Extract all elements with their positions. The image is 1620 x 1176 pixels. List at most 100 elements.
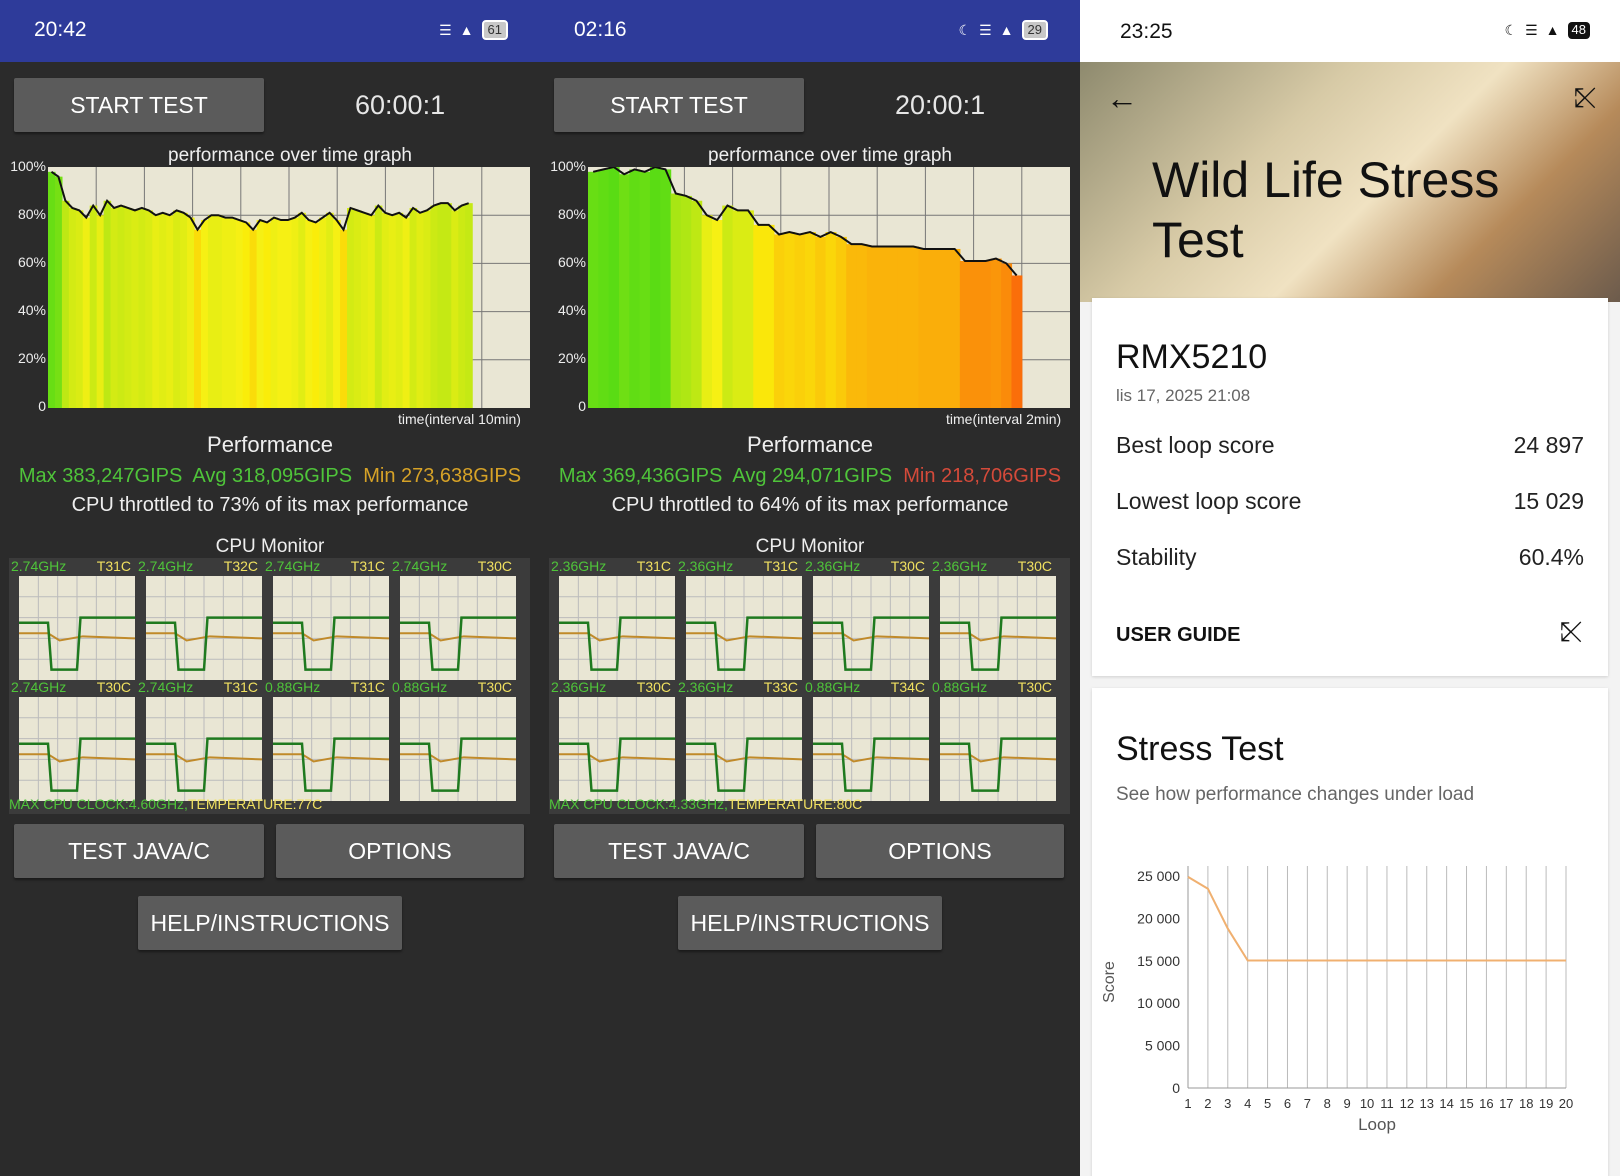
- performance-bar: [1011, 275, 1023, 408]
- stability-label: Stability: [1116, 544, 1197, 570]
- core-graph: [813, 697, 930, 801]
- wifi-icon: ☰: [979, 21, 992, 38]
- x-tick-label: 1: [1184, 1096, 1191, 1111]
- status-time: 02:16: [574, 18, 627, 41]
- core-graph: [400, 576, 517, 680]
- status-time: 20:42: [34, 18, 87, 41]
- performance-bar: [465, 203, 473, 408]
- result-card: RMX5210 lis 17, 2025 21:08 Best loop sco…: [1092, 298, 1608, 676]
- moon-icon: ☾: [958, 21, 972, 38]
- performance-bar: [423, 210, 432, 408]
- performance-bar: [48, 171, 56, 408]
- performance-bar: [815, 236, 827, 408]
- status-bar: 02:16 ☾ ☰ ▲ 29: [540, 0, 1080, 62]
- x-axis-label: Loop: [1358, 1115, 1396, 1134]
- status-bar: 23:25 ☾ ☰ ▲ 48: [1080, 0, 1620, 62]
- stress-test-panel: 23:25 ☾ ☰ ▲ 48 ← ⤪ Wild Life Stress Test…: [1080, 0, 1620, 1176]
- performance-bar: [877, 246, 889, 408]
- performance-bar: [319, 217, 327, 408]
- performance-bar: [256, 220, 265, 408]
- performance-bar: [263, 222, 272, 408]
- options-button[interactable]: OPTIONS: [816, 824, 1064, 878]
- max-cpu-clock: MAX CPU CLOCK:4.33GHz,TEMPERATURE:80C: [549, 796, 862, 812]
- share-icon[interactable]: ⤪: [1560, 616, 1582, 649]
- core-graph: [19, 576, 136, 680]
- performance-bar: [444, 203, 452, 408]
- x-tick-label: 5: [1264, 1096, 1271, 1111]
- performance-bar: [298, 212, 306, 408]
- start-test-button[interactable]: START TEST: [554, 78, 804, 132]
- core-frequency: 0.88GHz: [932, 679, 988, 695]
- x-tick-label: 14: [1439, 1096, 1453, 1111]
- test-java-button[interactable]: TEST JAVA/C: [14, 824, 264, 878]
- graph-title: performance over time graph: [708, 145, 952, 166]
- performance-bar: [187, 217, 195, 408]
- cpu-monitor: 2.36GHz T31C 2.36GHz T31C 2.36GHz T30C 2.36GHz…: [549, 558, 1070, 814]
- x-tick-label: 16: [1479, 1096, 1493, 1111]
- x-tick-label: 12: [1400, 1096, 1414, 1111]
- y-label: 0: [578, 398, 586, 414]
- core-temperature: T31C: [636, 558, 671, 574]
- performance-bar: [340, 229, 348, 408]
- core-graph-svg: [686, 697, 803, 801]
- share-icon[interactable]: ⤪: [1574, 82, 1596, 115]
- y-tick-label: 10 000: [1137, 995, 1180, 1011]
- performance-bar: [458, 205, 466, 408]
- core-temperature: T30C: [636, 679, 671, 695]
- performance-bar: [270, 217, 279, 408]
- x-tick-label: 8: [1324, 1096, 1331, 1111]
- x-tick-label: 20: [1559, 1096, 1573, 1111]
- core-graph: [400, 697, 517, 801]
- stress-line-chart: 05 00010 00015 00020 00025 0001 2 3 4 5 6 7 8 9 1…: [1101, 866, 1573, 1134]
- performance-bar: [598, 169, 610, 408]
- core-temperature: T31C: [763, 558, 798, 574]
- performance-bar: [305, 220, 313, 408]
- performance-bar: [353, 210, 362, 408]
- performance-bar: [75, 210, 84, 408]
- start-test-button[interactable]: START TEST: [14, 78, 264, 132]
- performance-bar: [124, 207, 133, 408]
- test-java-button[interactable]: TEST JAVA/C: [554, 824, 804, 878]
- core-graph-svg: [19, 697, 136, 801]
- performance-bar: [180, 212, 188, 408]
- core-temperature: T32C: [223, 558, 258, 574]
- options-button[interactable]: OPTIONS: [276, 824, 524, 878]
- x-tick-label: 10: [1360, 1096, 1374, 1111]
- status-icons: ☰ ▲ 61: [439, 20, 508, 40]
- x-tick-label: 2: [1204, 1096, 1211, 1111]
- performance-bar: [214, 215, 223, 408]
- core-graph: [273, 576, 390, 680]
- core-frequency: 2.74GHz: [11, 558, 67, 574]
- x-tick-label: 19: [1539, 1096, 1553, 1111]
- cpu-monitor: 2.74GHz T31C 2.74GHz T32C 2.74GHz T31C 2.74GHz…: [9, 558, 530, 814]
- core-graph: [940, 576, 1057, 680]
- performance-bar: [939, 248, 951, 408]
- x-tick-label: 13: [1420, 1096, 1434, 1111]
- x-tick-label: 9: [1344, 1096, 1351, 1111]
- performance-title: Performance: [207, 432, 333, 457]
- performance-bar: [856, 244, 868, 408]
- core-frequency: 2.74GHz: [138, 558, 194, 574]
- help-button[interactable]: HELP/INSTRUCTIONS: [138, 896, 402, 950]
- performance-stats: Max 383,247GIPS Avg 318,095GIPS Min 273,…: [0, 465, 540, 488]
- core-graph-svg: [813, 576, 930, 680]
- back-arrow-icon[interactable]: ←: [1106, 80, 1138, 117]
- performance-title: Performance: [747, 432, 873, 457]
- performance-bar: [360, 212, 369, 408]
- x-tick-label: 11: [1380, 1096, 1394, 1111]
- performance-bar: [166, 215, 174, 408]
- performance-bar: [763, 224, 775, 408]
- help-button[interactable]: HELP/INSTRUCTIONS: [678, 896, 942, 950]
- performance-bar: [173, 210, 181, 408]
- performance-bar: [284, 220, 292, 408]
- core-label: 2.36GHz T33C: [678, 679, 798, 695]
- performance-bar: [249, 229, 258, 408]
- core-temperature: T30C: [477, 558, 512, 574]
- core-frequency: 0.88GHz: [265, 679, 321, 695]
- performance-bar: [346, 207, 355, 408]
- moon-icon: ☾: [1504, 22, 1518, 38]
- signal-icon: ▲: [459, 22, 474, 38]
- user-guide-link[interactable]: USER GUIDE: [1116, 624, 1240, 647]
- y-tick-label: 25 000: [1137, 868, 1180, 884]
- performance-graph: [588, 167, 1070, 408]
